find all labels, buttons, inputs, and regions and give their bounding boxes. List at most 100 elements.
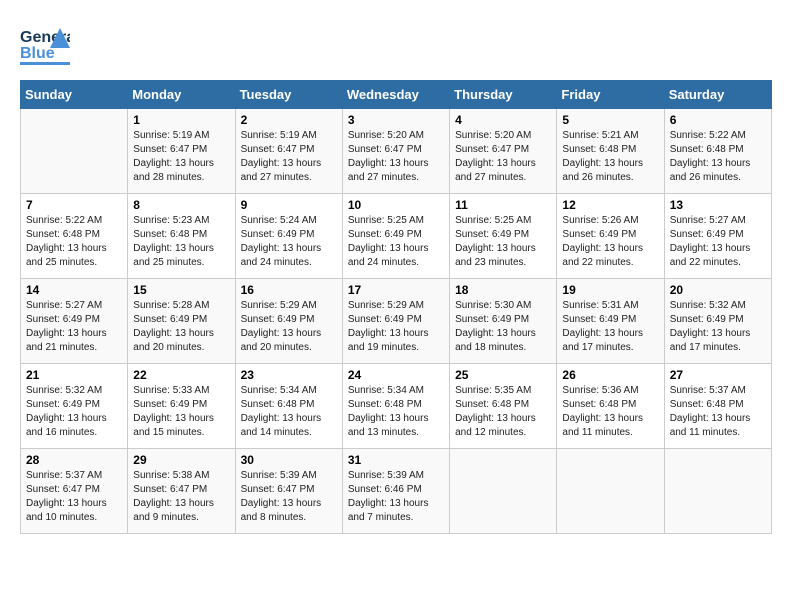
day-info: Sunrise: 5:29 AMSunset: 6:49 PMDaylight:…: [348, 299, 444, 355]
day-number: 14: [26, 283, 122, 297]
day-info: Sunrise: 5:27 AMSunset: 6:49 PMDaylight:…: [670, 214, 766, 270]
col-header-monday: Monday: [128, 81, 235, 109]
day-cell: 27Sunrise: 5:37 AMSunset: 6:48 PMDayligh…: [664, 364, 771, 449]
day-number: 19: [562, 283, 658, 297]
logo-icon: General Blue: [20, 20, 70, 70]
day-info: Sunrise: 5:34 AMSunset: 6:48 PMDaylight:…: [241, 384, 337, 440]
day-cell: 29 Sunrise: 5:38 AMSunset: 6:47 PMDayligh…: [128, 449, 235, 534]
day-info: Sunrise: 5:37 AMSunset: 6:48 PMDaylight:…: [670, 384, 766, 440]
day-cell: 4Sunrise: 5:20 AMSunset: 6:47 PMDaylight…: [450, 109, 557, 194]
day-cell: 21 Sunrise: 5:32 AMSunset: 6:49 PMDayligh…: [21, 364, 128, 449]
logo: General Blue: [20, 20, 70, 70]
day-number: 23: [241, 368, 337, 382]
calendar-body: 1Sunrise: 5:19 AMSunset: 6:47 PMDaylight…: [21, 109, 772, 534]
day-number: 26: [562, 368, 658, 382]
week-row-2: 7 Sunrise: 5:22 AMSunset: 6:48 PMDaylight…: [21, 194, 772, 279]
day-number: 22: [133, 368, 229, 382]
svg-text:Blue: Blue: [20, 45, 55, 62]
col-header-wednesday: Wednesday: [342, 81, 449, 109]
day-number: 25: [455, 368, 551, 382]
day-cell: 20 Sunrise: 5:32 AMSunset: 6:49 PMDayligh…: [664, 279, 771, 364]
day-cell: 8 Sunrise: 5:23 AMSunset: 6:48 PMDaylight…: [128, 194, 235, 279]
day-number: 18: [455, 283, 551, 297]
week-row-4: 21 Sunrise: 5:32 AMSunset: 6:49 PMDayligh…: [21, 364, 772, 449]
day-info: Sunrise: 5:22 AMSunset: 6:48 PMDaylight:…: [26, 214, 122, 270]
day-info: Sunrise: 5:30 AMSunset: 6:49 PMDaylight:…: [455, 299, 551, 355]
day-cell: 18 Sunrise: 5:30 AMSunset: 6:49 PMDayligh…: [450, 279, 557, 364]
day-cell: 3Sunrise: 5:20 AMSunset: 6:47 PMDaylight…: [342, 109, 449, 194]
day-cell: 9 Sunrise: 5:24 AMSunset: 6:49 PMDaylight…: [235, 194, 342, 279]
day-cell: 5Sunrise: 5:21 AMSunset: 6:48 PMDaylight…: [557, 109, 664, 194]
day-cell: 1Sunrise: 5:19 AMSunset: 6:47 PMDaylight…: [128, 109, 235, 194]
day-number: 21: [26, 368, 122, 382]
day-info: Sunrise: 5:23 AMSunset: 6:48 PMDaylight:…: [133, 214, 229, 270]
col-header-saturday: Saturday: [664, 81, 771, 109]
day-info: Sunrise: 5:21 AMSunset: 6:48 PMDaylight:…: [562, 129, 658, 185]
day-cell: 17 Sunrise: 5:29 AMSunset: 6:49 PMDayligh…: [342, 279, 449, 364]
day-number: 31: [348, 453, 444, 467]
day-info: Sunrise: 5:27 AMSunset: 6:49 PMDaylight:…: [26, 299, 122, 355]
day-info: Sunrise: 5:37 AMSunset: 6:47 PMDaylight:…: [26, 469, 122, 525]
day-info: Sunrise: 5:39 AMSunset: 6:46 PMDaylight:…: [348, 469, 444, 525]
day-info: Sunrise: 5:22 AMSunset: 6:48 PMDaylight:…: [670, 129, 766, 185]
day-cell: 15 Sunrise: 5:28 AMSunset: 6:49 PMDayligh…: [128, 279, 235, 364]
day-info: Sunrise: 5:31 AMSunset: 6:49 PMDaylight:…: [562, 299, 658, 355]
day-cell: 10 Sunrise: 5:25 AMSunset: 6:49 PMDayligh…: [342, 194, 449, 279]
week-row-5: 28 Sunrise: 5:37 AMSunset: 6:47 PMDayligh…: [21, 449, 772, 534]
day-number: 30: [241, 453, 337, 467]
day-info: Sunrise: 5:36 AMSunset: 6:48 PMDaylight:…: [562, 384, 658, 440]
day-number: 8: [133, 198, 229, 212]
day-info: Sunrise: 5:25 AMSunset: 6:49 PMDaylight:…: [348, 214, 444, 270]
day-cell: 16 Sunrise: 5:29 AMSunset: 6:49 PMDayligh…: [235, 279, 342, 364]
day-info: Sunrise: 5:24 AMSunset: 6:49 PMDaylight:…: [241, 214, 337, 270]
day-cell: [21, 109, 128, 194]
day-cell: [664, 449, 771, 534]
day-cell: 23 Sunrise: 5:34 AMSunset: 6:48 PMDayligh…: [235, 364, 342, 449]
day-cell: 30Sunrise: 5:39 AMSunset: 6:47 PMDayligh…: [235, 449, 342, 534]
day-number: 24: [348, 368, 444, 382]
day-number: 12: [562, 198, 658, 212]
day-number: 10: [348, 198, 444, 212]
day-cell: 7 Sunrise: 5:22 AMSunset: 6:48 PMDaylight…: [21, 194, 128, 279]
day-info: Sunrise: 5:32 AMSunset: 6:49 PMDaylight:…: [670, 299, 766, 355]
col-header-tuesday: Tuesday: [235, 81, 342, 109]
day-number: 29: [133, 453, 229, 467]
day-number: 28: [26, 453, 122, 467]
day-info: Sunrise: 5:28 AMSunset: 6:49 PMDaylight:…: [133, 299, 229, 355]
day-info: Sunrise: 5:20 AMSunset: 6:47 PMDaylight:…: [455, 129, 551, 185]
day-number: 20: [670, 283, 766, 297]
day-info: Sunrise: 5:20 AMSunset: 6:47 PMDaylight:…: [348, 129, 444, 185]
day-cell: 19 Sunrise: 5:31 AMSunset: 6:49 PMDayligh…: [557, 279, 664, 364]
day-number: 16: [241, 283, 337, 297]
day-cell: 6 Sunrise: 5:22 AMSunset: 6:48 PMDaylight…: [664, 109, 771, 194]
col-header-friday: Friday: [557, 81, 664, 109]
day-number: 11: [455, 198, 551, 212]
day-info: Sunrise: 5:25 AMSunset: 6:49 PMDaylight:…: [455, 214, 551, 270]
day-number: 2: [241, 113, 337, 127]
col-header-thursday: Thursday: [450, 81, 557, 109]
day-number: 6: [670, 113, 766, 127]
day-cell: 11 Sunrise: 5:25 AMSunset: 6:49 PMDayligh…: [450, 194, 557, 279]
day-number: 15: [133, 283, 229, 297]
day-number: 17: [348, 283, 444, 297]
col-header-sunday: Sunday: [21, 81, 128, 109]
day-info: Sunrise: 5:29 AMSunset: 6:49 PMDaylight:…: [241, 299, 337, 355]
day-cell: 26 Sunrise: 5:36 AMSunset: 6:48 PMDayligh…: [557, 364, 664, 449]
day-info: Sunrise: 5:35 AMSunset: 6:48 PMDaylight:…: [455, 384, 551, 440]
day-info: Sunrise: 5:38 AMSunset: 6:47 PMDaylight:…: [133, 469, 229, 525]
day-cell: [450, 449, 557, 534]
day-info: Sunrise: 5:33 AMSunset: 6:49 PMDaylight:…: [133, 384, 229, 440]
week-row-3: 14 Sunrise: 5:27 AMSunset: 6:49 PMDayligh…: [21, 279, 772, 364]
day-cell: 31 Sunrise: 5:39 AMSunset: 6:46 PMDayligh…: [342, 449, 449, 534]
day-cell: 13Sunrise: 5:27 AMSunset: 6:49 PMDayligh…: [664, 194, 771, 279]
day-info: Sunrise: 5:32 AMSunset: 6:49 PMDaylight:…: [26, 384, 122, 440]
day-cell: [557, 449, 664, 534]
day-number: 7: [26, 198, 122, 212]
day-cell: 22 Sunrise: 5:33 AMSunset: 6:49 PMDayligh…: [128, 364, 235, 449]
day-number: 9: [241, 198, 337, 212]
day-cell: 2Sunrise: 5:19 AMSunset: 6:47 PMDaylight…: [235, 109, 342, 194]
day-info: Sunrise: 5:34 AMSunset: 6:48 PMDaylight:…: [348, 384, 444, 440]
day-cell: 25 Sunrise: 5:35 AMSunset: 6:48 PMDayligh…: [450, 364, 557, 449]
day-cell: 28 Sunrise: 5:37 AMSunset: 6:47 PMDayligh…: [21, 449, 128, 534]
day-info: Sunrise: 5:26 AMSunset: 6:49 PMDaylight:…: [562, 214, 658, 270]
